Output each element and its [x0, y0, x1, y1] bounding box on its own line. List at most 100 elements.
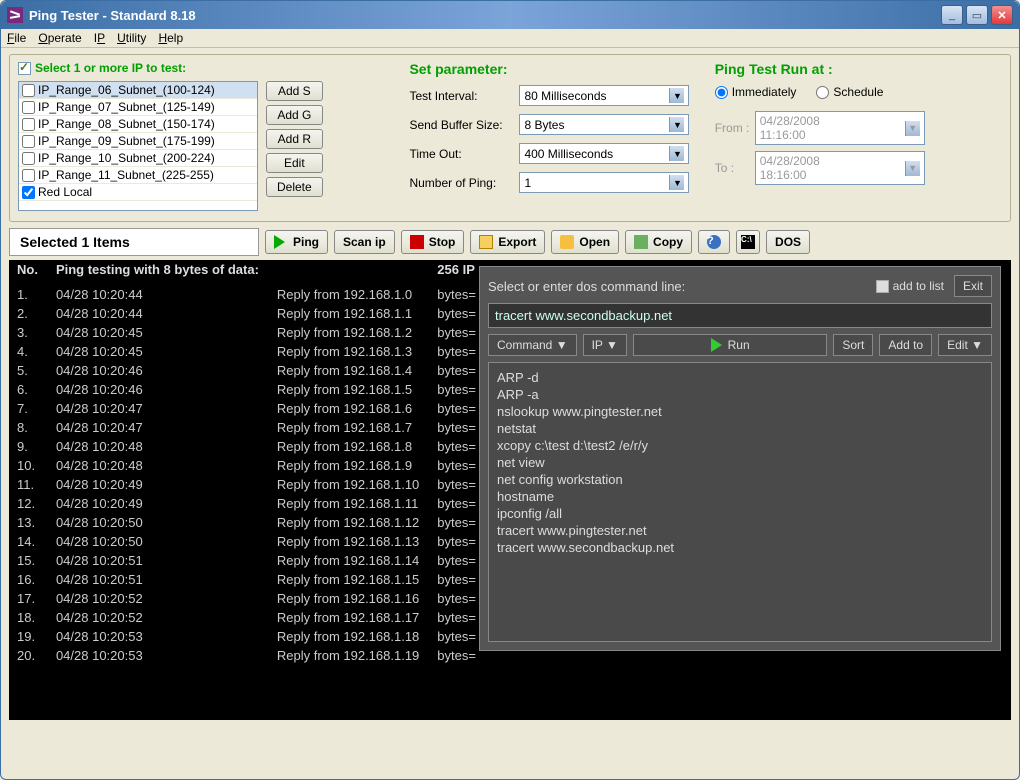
console-row: 7.04/28 10:20:47Reply from 192.168.1.6by…: [9, 399, 486, 418]
open-button[interactable]: Open: [551, 230, 619, 254]
dos-list-item[interactable]: nslookup www.pingtester.net: [497, 403, 983, 420]
menu-bar: File Operate IP Utility Help: [1, 29, 1019, 48]
radio-schedule[interactable]: Schedule: [816, 85, 883, 99]
select-all-checkbox[interactable]: [18, 62, 31, 75]
play-icon: [274, 235, 288, 249]
console-output: No.Ping testing with 8 bytes of data:256…: [9, 260, 1011, 720]
dos-command-dropdown[interactable]: Command ▼: [488, 334, 577, 356]
dos-list-item[interactable]: tracert www.pingtester.net: [497, 522, 983, 539]
dos-command-list[interactable]: ARP -dARP -anslookup www.pingtester.netn…: [488, 362, 992, 642]
dos-panel: Select or enter dos command line: add to…: [479, 266, 1001, 651]
to-datetime: 04/28/2008 18:16:00▼: [755, 151, 925, 185]
dos-edit-dropdown[interactable]: Edit ▼: [938, 334, 992, 356]
chevron-down-icon: ▼: [669, 146, 684, 161]
dos-list-item[interactable]: tracert www.secondbackup.net: [497, 539, 983, 556]
interval-combo[interactable]: 80 Milliseconds▼: [519, 85, 689, 106]
console-row: 9.04/28 10:20:48Reply from 192.168.1.8by…: [9, 437, 486, 456]
dos-exit-button[interactable]: Exit: [954, 275, 992, 297]
ip-list-item[interactable]: IP_Range_08_Subnet_(150-174): [19, 116, 257, 133]
dos-list-item[interactable]: ARP -a: [497, 386, 983, 403]
stop-button[interactable]: Stop: [401, 230, 465, 254]
add-r-button[interactable]: Add R: [266, 129, 323, 149]
console-row: 14.04/28 10:20:50Reply from 192.168.1.13…: [9, 532, 486, 551]
add-s-button[interactable]: Add S: [266, 81, 323, 101]
add-g-button[interactable]: Add G: [266, 105, 323, 125]
chevron-down-icon: ▼: [669, 88, 684, 103]
from-datetime: 04/28/2008 11:16:00▼: [755, 111, 925, 145]
console-row: 12.04/28 10:20:49Reply from 192.168.1.11…: [9, 494, 486, 513]
ip-list-item[interactable]: IP_Range_11_Subnet_(225-255): [19, 167, 257, 184]
console-row: 19.04/28 10:20:53Reply from 192.168.1.18…: [9, 627, 486, 646]
menu-ip[interactable]: IP: [94, 31, 105, 45]
terminal-icon: C:\: [741, 235, 755, 249]
console-row: 5.04/28 10:20:46Reply from 192.168.1.4by…: [9, 361, 486, 380]
console-row: 3.04/28 10:20:45Reply from 192.168.1.2by…: [9, 323, 486, 342]
copy-button[interactable]: Copy: [625, 230, 692, 254]
chevron-down-icon: ▼: [905, 161, 920, 176]
dos-list-item[interactable]: net config workstation: [497, 471, 983, 488]
radio-immediately[interactable]: Immediately: [715, 85, 797, 99]
console-row: 15.04/28 10:20:51Reply from 192.168.1.14…: [9, 551, 486, 570]
maximize-button[interactable]: ▭: [966, 5, 988, 25]
dos-ip-dropdown[interactable]: IP ▼: [583, 334, 627, 356]
chevron-down-icon: ▼: [669, 117, 684, 132]
ip-list-item[interactable]: IP_Range_10_Subnet_(200-224): [19, 150, 257, 167]
console-row: 10.04/28 10:20:48Reply from 192.168.1.9b…: [9, 456, 486, 475]
chevron-down-icon: ▼: [669, 175, 684, 190]
console-row: 2.04/28 10:20:44Reply from 192.168.1.1by…: [9, 304, 486, 323]
console-row: 17.04/28 10:20:52Reply from 192.168.1.16…: [9, 589, 486, 608]
stop-icon: [410, 235, 424, 249]
ping-button[interactable]: Ping: [265, 230, 328, 254]
buffer-combo[interactable]: 8 Bytes▼: [519, 114, 689, 135]
export-button[interactable]: Export: [470, 230, 545, 254]
open-icon: [560, 235, 574, 249]
dos-prompt-label: Select or enter dos command line:: [488, 279, 866, 294]
window-title: Ping Tester - Standard 8.18: [29, 8, 941, 23]
console-row: 11.04/28 10:20:49Reply from 192.168.1.10…: [9, 475, 486, 494]
section-run-at: Ping Test Run at :: [715, 61, 1002, 77]
dos-button[interactable]: DOS: [766, 230, 810, 254]
help-button[interactable]: ?: [698, 230, 730, 254]
delete-button[interactable]: Delete: [266, 177, 323, 197]
section-parameters: Set parameter:: [409, 61, 696, 77]
ip-list-item[interactable]: Red Local: [19, 184, 257, 201]
play-icon: [711, 338, 722, 352]
console-row: 6.04/28 10:20:46Reply from 192.168.1.5by…: [9, 380, 486, 399]
copy-icon: [634, 235, 648, 249]
scan-ip-button[interactable]: Scan ip: [334, 230, 395, 254]
dos-list-item[interactable]: xcopy c:\test d:\test2 /e/r/y: [497, 437, 983, 454]
dos-list-item[interactable]: netstat: [497, 420, 983, 437]
timeout-combo[interactable]: 400 Milliseconds▼: [519, 143, 689, 164]
console-row: 16.04/28 10:20:51Reply from 192.168.1.15…: [9, 570, 486, 589]
selected-count: Selected 1 Items: [9, 228, 259, 256]
console-row: 18.04/28 10:20:52Reply from 192.168.1.17…: [9, 608, 486, 627]
dos-list-item[interactable]: ipconfig /all: [497, 505, 983, 522]
dos-icon-button[interactable]: C:\: [736, 230, 760, 254]
menu-utility[interactable]: Utility: [117, 31, 146, 45]
dos-run-button[interactable]: Run: [633, 334, 827, 356]
ip-list-item[interactable]: IP_Range_09_Subnet_(175-199): [19, 133, 257, 150]
dos-list-item[interactable]: hostname: [497, 488, 983, 505]
add-to-list-checkbox[interactable]: add to list: [876, 279, 944, 293]
minimize-button[interactable]: _: [941, 5, 963, 25]
dos-sort-button[interactable]: Sort: [833, 334, 873, 356]
menu-help[interactable]: Help: [158, 31, 183, 45]
numping-combo[interactable]: 1▼: [519, 172, 689, 193]
edit-button[interactable]: Edit: [266, 153, 323, 173]
section-select-ip: Select 1 or more IP to test:: [18, 61, 391, 75]
dos-addto-button[interactable]: Add to: [879, 334, 932, 356]
menu-file[interactable]: File: [7, 31, 26, 45]
console-row: 4.04/28 10:20:45Reply from 192.168.1.3by…: [9, 342, 486, 361]
chevron-down-icon: ▼: [905, 121, 920, 136]
close-button[interactable]: ✕: [991, 5, 1013, 25]
dos-list-item[interactable]: net view: [497, 454, 983, 471]
ip-list-item[interactable]: IP_Range_07_Subnet_(125-149): [19, 99, 257, 116]
dos-command-input[interactable]: [488, 303, 992, 328]
dos-list-item[interactable]: ARP -d: [497, 369, 983, 386]
menu-operate[interactable]: Operate: [38, 31, 81, 45]
title-bar: Ping Tester - Standard 8.18 _ ▭ ✕: [1, 1, 1019, 29]
app-icon: [7, 7, 23, 23]
ip-list[interactable]: IP_Range_06_Subnet_(100-124)IP_Range_07_…: [18, 81, 258, 211]
help-icon: ?: [707, 235, 721, 249]
ip-list-item[interactable]: IP_Range_06_Subnet_(100-124): [19, 82, 257, 99]
